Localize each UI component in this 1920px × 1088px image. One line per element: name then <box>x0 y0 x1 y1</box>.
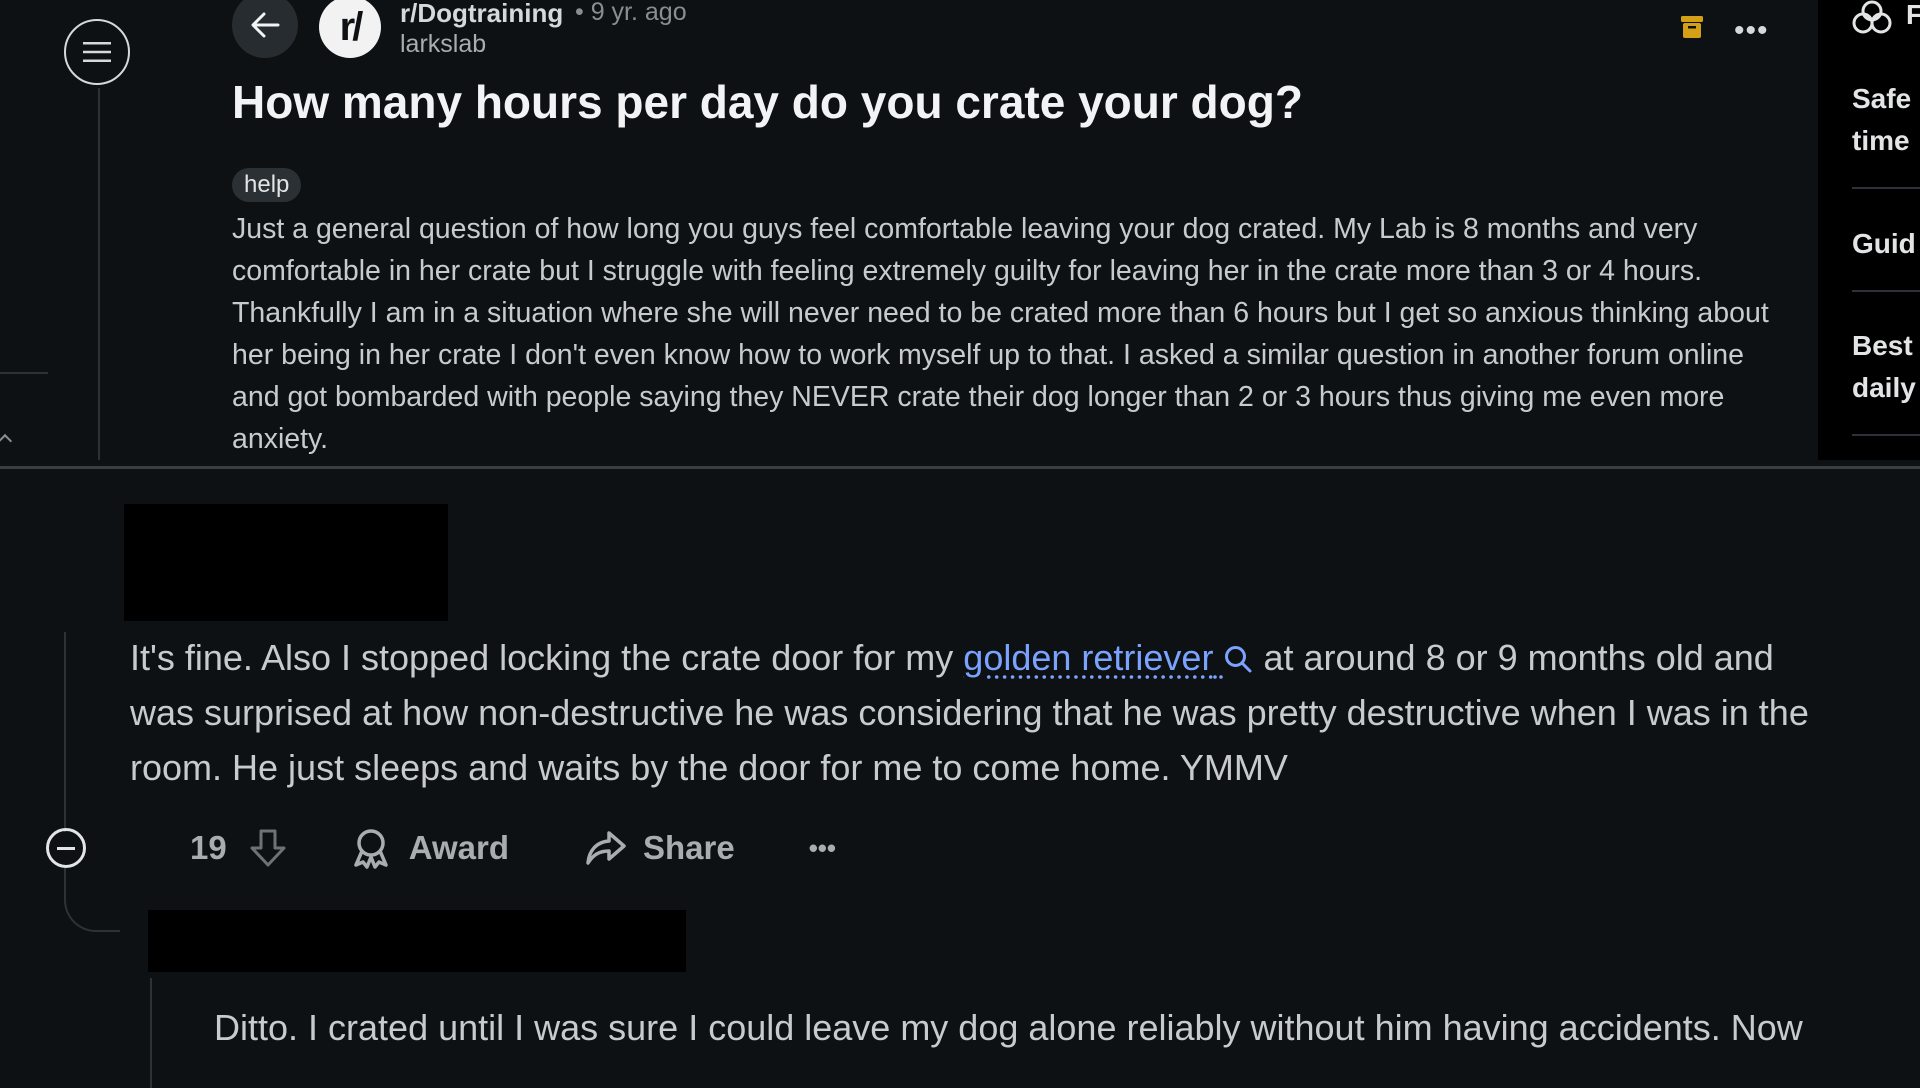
redacted-comment-author <box>124 504 448 621</box>
award-button[interactable]: Award <box>351 827 509 869</box>
downvote-button[interactable] <box>249 828 287 868</box>
sidebar-item-3-line1: Best <box>1852 330 1913 361</box>
share-button[interactable]: Share <box>585 829 735 867</box>
post-author[interactable]: larkslab <box>400 30 486 59</box>
comment-action-bar: 19 Award Share ••• <box>190 826 836 870</box>
reply-thread-connector <box>64 868 120 932</box>
post-comments-divider <box>0 466 1920 469</box>
post-more-options-button[interactable]: ••• <box>1734 14 1769 48</box>
post-title: How many hours per day do you crate your… <box>232 76 1303 128</box>
comment-line-2: was surprised at how non-destructive he … <box>130 692 1809 733</box>
archive-icon <box>1681 16 1703 38</box>
sidebar-item-3-line2: daily <box>1852 372 1916 403</box>
comment-line-3: room. He just sleeps and waits by the do… <box>130 747 1288 788</box>
award-icon <box>353 829 388 869</box>
reply-line-1: Ditto. I crated until I was sure I could… <box>214 1007 1803 1048</box>
share-label: Share <box>642 829 735 866</box>
post-flair[interactable]: help <box>232 168 302 202</box>
post-timestamp: • 9 yr. ago <box>575 0 687 26</box>
left-rail-divider <box>98 88 100 460</box>
sidebar-header-text: F <box>1906 0 1920 30</box>
sidebar-divider <box>1852 187 1920 189</box>
post-body: Just a general question of how long you … <box>232 213 1769 455</box>
sidebar-item-2-line1: Guid <box>1852 228 1916 259</box>
sidebar-item-1[interactable]: Safe time <box>1852 78 1911 162</box>
sidebar-divider <box>1852 290 1920 292</box>
award-label: Award <box>408 829 509 866</box>
golden-retriever-search-link[interactable]: golden retriever <box>963 637 1253 678</box>
community-icon <box>1852 0 1892 34</box>
collapse-caret-icon[interactable] <box>0 433 13 449</box>
thread-line[interactable] <box>64 632 66 832</box>
collapse-thread-button[interactable] <box>46 828 86 868</box>
menu-button[interactable] <box>64 19 130 85</box>
subreddit-name[interactable]: r/Dogtraining <box>400 0 563 29</box>
sidebar-item-3[interactable]: Best daily <box>1852 325 1916 409</box>
sidebar-item-1-line1: Safe <box>1852 83 1912 114</box>
subreddit-avatar[interactable]: r/ <box>319 0 381 58</box>
comment-line-1: It's fine. Also I stopped locking the cr… <box>130 630 1920 685</box>
right-sidebar: F Safe time Guid Best daily <box>1818 0 1920 460</box>
comment-text-after-link: at around 8 or 9 months old and <box>1253 637 1774 678</box>
sidebar-item-1-line2: time <box>1852 125 1910 156</box>
sidebar-item-2[interactable]: Guid <box>1852 223 1916 265</box>
comment-text-before-link: It's fine. Also I stopped locking the cr… <box>130 637 964 678</box>
search-link-text: golden retriever <box>963 637 1214 678</box>
share-icon <box>586 831 626 865</box>
sidebar-divider <box>1852 434 1920 436</box>
search-icon <box>1225 646 1252 673</box>
back-button[interactable] <box>232 0 298 58</box>
left-rail-tick <box>0 372 48 374</box>
comment-score: 19 <box>190 829 227 866</box>
redacted-reply-author <box>148 910 686 972</box>
reply-body: Ditto. I crated until I was sure I could… <box>214 1000 1914 1055</box>
comment-body: It's fine. Also I stopped locking the cr… <box>130 630 1920 795</box>
thread-line[interactable] <box>150 978 152 1088</box>
comment-more-options-button[interactable]: ••• <box>809 833 836 864</box>
hamburger-icon <box>83 42 111 62</box>
arrow-left-icon <box>251 12 280 38</box>
downvote-icon <box>250 829 286 867</box>
